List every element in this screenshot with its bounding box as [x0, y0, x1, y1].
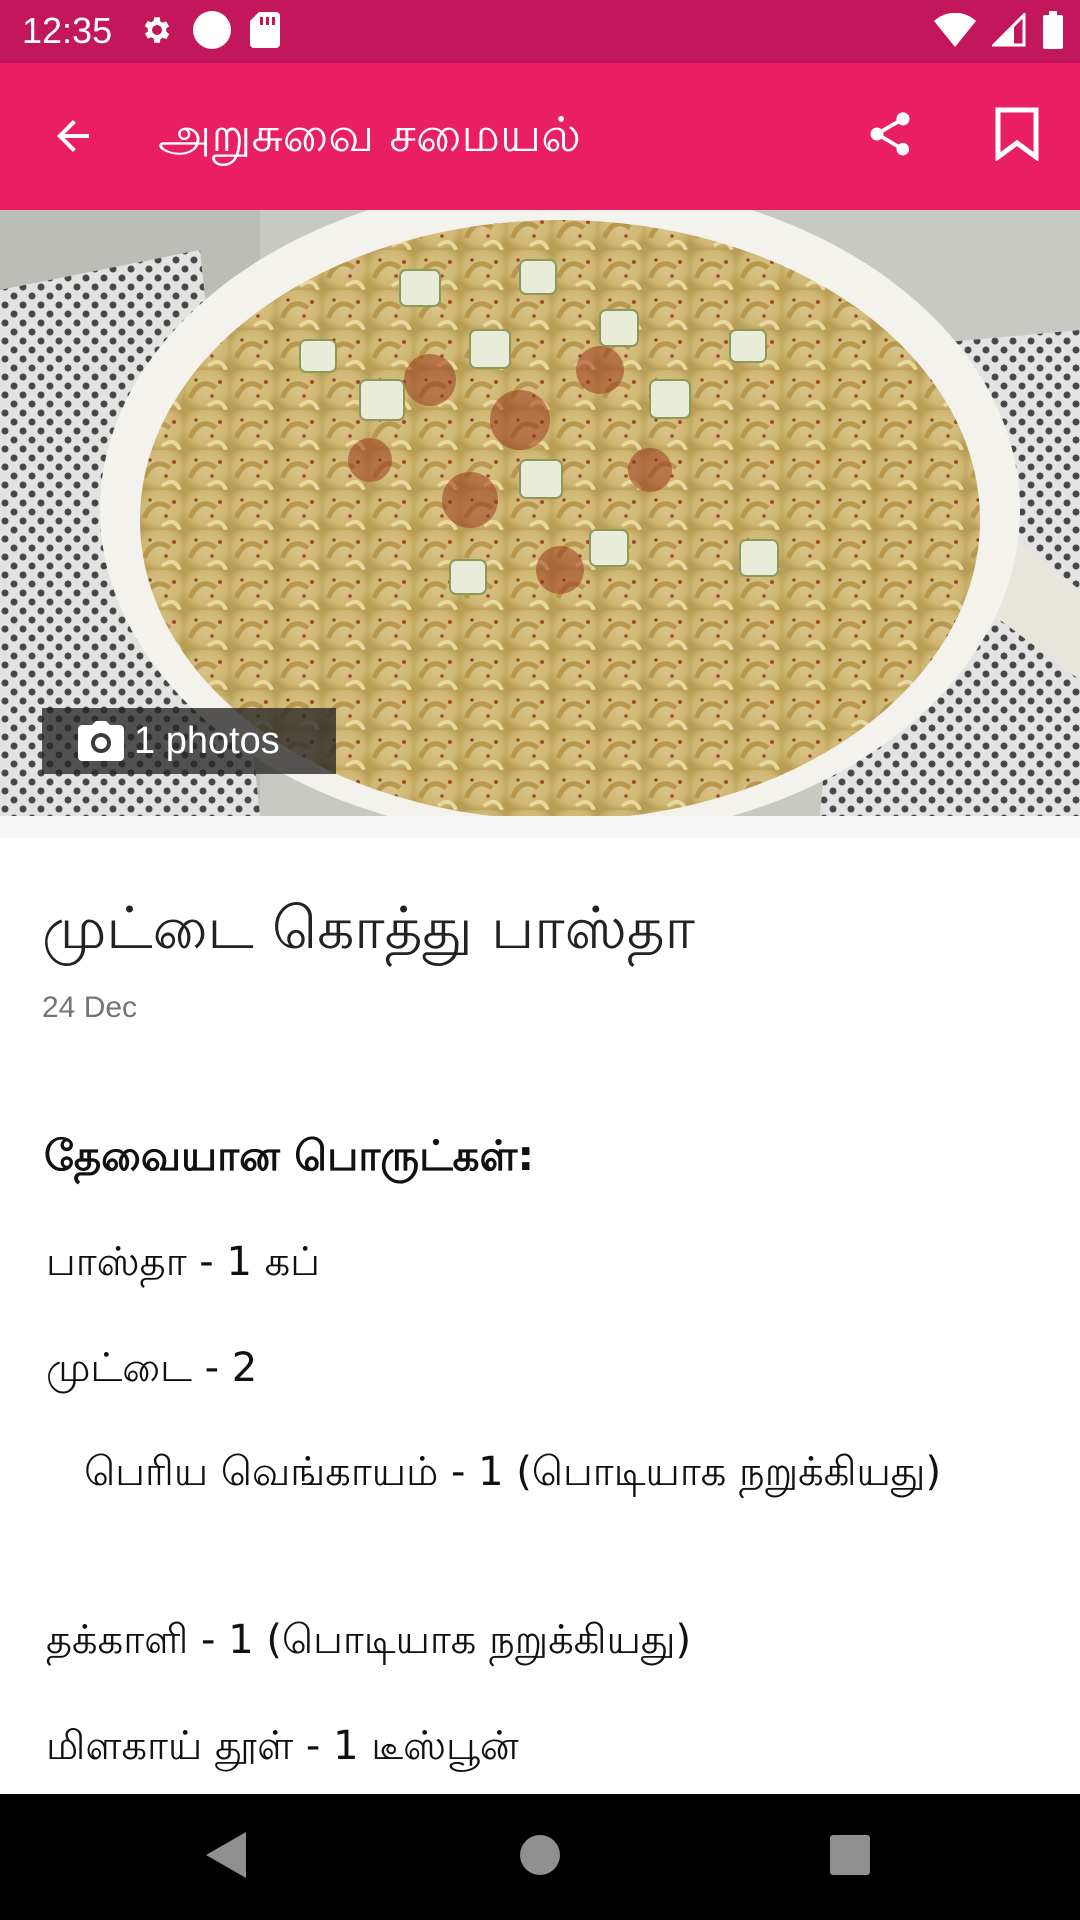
gear-icon: [140, 13, 174, 51]
ingredient-item: மிளகாய் தூள் - 1 டீஸ்பூன்: [46, 1723, 519, 1769]
nav-recents-button[interactable]: [820, 1827, 880, 1887]
recipe-date: 24 Dec: [42, 991, 138, 1024]
separator: [0, 816, 1080, 838]
triangle-back-icon: [204, 1830, 248, 1884]
share-icon: [864, 108, 916, 164]
circle-icon: [192, 10, 232, 54]
recipe-title: முட்டை கொத்து பாஸ்தா: [42, 894, 695, 962]
system-nav-bar: [0, 1794, 1080, 1920]
photo-count-label: 1 photos: [134, 720, 280, 762]
status-time: 12:35: [22, 10, 113, 51]
circle-home-icon: [518, 1833, 562, 1881]
status-icons-right: [934, 11, 1064, 53]
app-title: அறுசுவை சமையல்: [158, 107, 582, 163]
nav-back-button[interactable]: [196, 1827, 256, 1887]
nav-home-button[interactable]: [510, 1827, 570, 1887]
ingredients-heading: தேவையான பொருட்கள்:: [44, 1131, 535, 1180]
ingredient-item: தக்காளி - 1 (பொடியாக நறுக்கியது): [46, 1617, 692, 1663]
bookmark-button[interactable]: [982, 101, 1052, 171]
camera-icon: [78, 721, 124, 761]
status-bar: 12:35: [0, 0, 1080, 63]
square-recents-icon: [829, 1834, 871, 1880]
status-icons-left: [140, 10, 280, 54]
sd-card-icon: [250, 12, 280, 52]
bookmark-icon: [994, 107, 1040, 165]
ingredient-item: பெரிய வெங்காயம் - 1 (பொடியாக நறுக்கியது): [46, 1449, 942, 1495]
back-button[interactable]: [38, 103, 108, 173]
ingredient-item: பாஸ்தா - 1 கப்: [46, 1239, 320, 1285]
share-button[interactable]: [855, 101, 925, 171]
wifi-icon: [934, 12, 976, 51]
photo-count-badge[interactable]: 1 photos: [42, 708, 336, 774]
cell-signal-icon: [990, 11, 1026, 51]
recipe-photo[interactable]: 1 photos: [0, 210, 1080, 816]
battery-icon: [1042, 11, 1064, 53]
app-bar: அறுசுவை சமையல்: [0, 63, 1080, 210]
ingredient-item: முட்டை - 2: [46, 1345, 258, 1391]
recipe-content: முட்டை கொத்து பாஸ்தா 24 Dec தேவையான பொரு…: [0, 838, 1080, 1794]
arrow-left-icon: [49, 112, 97, 164]
